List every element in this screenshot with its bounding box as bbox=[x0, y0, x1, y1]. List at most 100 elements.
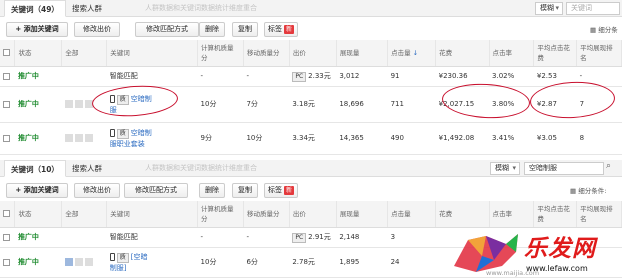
col-ctr[interactable]: 点击率 bbox=[489, 201, 535, 228]
keyword-text: 智能匹配 bbox=[106, 66, 198, 87]
col-impressions[interactable]: 展现量 bbox=[336, 201, 389, 228]
toggle-icon bbox=[74, 258, 83, 266]
row-toggles[interactable] bbox=[61, 247, 107, 278]
table-header: 状态 全部 关键词 计算机质量分 移动质量分 出价 展现量 点击量 花费 点击率… bbox=[0, 201, 622, 228]
tab-keywords[interactable]: 关键词（49） bbox=[4, 0, 66, 17]
col-avg-rank[interactable]: 平均展现排名 bbox=[576, 40, 622, 67]
delete-button[interactable]: 删除 bbox=[199, 22, 225, 37]
col-cpc[interactable]: 平均点击花费 bbox=[533, 201, 578, 228]
pc-quality: 10分 bbox=[197, 247, 244, 278]
bid-cell[interactable]: PC 2.33元 bbox=[289, 66, 337, 87]
select-all-checkbox[interactable] bbox=[3, 49, 10, 57]
edit-bid-button[interactable]: 修改出价 bbox=[74, 22, 120, 37]
col-all[interactable]: 全部 bbox=[61, 40, 108, 67]
col-clicks[interactable]: 点击量 bbox=[387, 201, 437, 228]
col-clicks[interactable]: 点击量 ↓ bbox=[387, 40, 437, 67]
pc-quality: - bbox=[197, 227, 244, 248]
add-keyword-button[interactable]: + 添加关键词 bbox=[6, 183, 68, 198]
pc-icon: PC bbox=[292, 232, 307, 243]
tag-button[interactable]: 标签新 bbox=[264, 183, 298, 198]
top-keyword-table: 状态 全部 关键词 计算机质量分 移动质量分 出价 展现量 点击量 ↓ 花费 点… bbox=[0, 40, 622, 155]
status-badge: 推广中 bbox=[14, 227, 62, 248]
cost: ¥1,492.08 bbox=[435, 122, 490, 155]
edit-match-button[interactable]: 修改匹配方式 bbox=[124, 183, 188, 198]
clicks: 711 bbox=[387, 86, 436, 123]
clicks: 490 bbox=[387, 122, 436, 155]
col-status[interactable]: 状态 bbox=[14, 40, 63, 67]
keyword-search-input[interactable]: 空暗制服 bbox=[524, 162, 604, 175]
toggle-icon bbox=[64, 258, 73, 266]
tab-keywords[interactable]: 关键词（10） bbox=[4, 160, 66, 177]
mobile-quality: 6分 bbox=[243, 247, 290, 278]
col-cost[interactable]: 花费 bbox=[435, 201, 490, 228]
top-tabbar: 关键词（49） 搜索人群 人群数据和关键词数据统计维度重合 模糊 ▾ 关键词 bbox=[0, 0, 622, 17]
edit-bid-button[interactable]: 修改出价 bbox=[74, 183, 120, 198]
col-all[interactable]: 全部 bbox=[61, 201, 108, 228]
watermark-url: www.lefaw.com bbox=[526, 264, 588, 273]
pc-quality: 10分 bbox=[197, 86, 244, 123]
row-checkbox[interactable] bbox=[3, 134, 10, 142]
quality-icon: 质 bbox=[116, 252, 129, 263]
row-checkbox[interactable] bbox=[3, 72, 10, 80]
tab-search-crowd[interactable]: 搜索人群 bbox=[66, 0, 108, 17]
avg-rank: 8 bbox=[576, 122, 622, 155]
col-status[interactable]: 状态 bbox=[14, 201, 63, 228]
pc-quality: - bbox=[197, 66, 244, 87]
match-select[interactable]: 模糊 ▾ bbox=[490, 162, 520, 175]
new-badge: 新 bbox=[283, 25, 294, 34]
keyword-search-input[interactable]: 关键词 bbox=[566, 2, 620, 15]
keyword-cell[interactable]: 质 [空暗 制服] bbox=[106, 247, 198, 278]
col-impressions[interactable]: 展现量 bbox=[336, 40, 389, 67]
ctr: 3.02% bbox=[489, 66, 534, 87]
search-icon[interactable]: ⌕ bbox=[606, 161, 611, 171]
tag-button[interactable]: 标签新 bbox=[264, 22, 298, 37]
segment-filter[interactable]: ▦ 细分条件: bbox=[570, 185, 606, 195]
impressions: 18,696 bbox=[336, 86, 388, 123]
toggle-icon bbox=[64, 100, 73, 108]
col-pc-quality[interactable]: 计算机质量分 bbox=[197, 40, 244, 67]
match-select[interactable]: 模糊 ▾ bbox=[535, 2, 563, 15]
table-row: 推广中 质空暗制 服职业套装 9分 10分 3.34元 14,365 490 ¥1… bbox=[0, 122, 622, 155]
col-bid[interactable]: 出价 bbox=[289, 201, 337, 228]
edit-match-button[interactable]: 修改匹配方式 bbox=[135, 22, 199, 37]
status-badge: 推广中 bbox=[14, 66, 62, 87]
pc-quality: 9分 bbox=[197, 122, 244, 155]
mobile-quality: 7分 bbox=[243, 86, 290, 123]
status-badge: 推广中 bbox=[14, 122, 62, 155]
col-keyword[interactable]: 关键词 bbox=[106, 40, 199, 67]
tab-search-crowd[interactable]: 搜索人群 bbox=[66, 160, 108, 177]
mobile-icon bbox=[109, 252, 115, 261]
col-pc-quality[interactable]: 计算机质量分 bbox=[197, 201, 244, 228]
col-avg-rank[interactable]: 平均展现排名 bbox=[576, 201, 622, 228]
table-header: 状态 全部 关键词 计算机质量分 移动质量分 出价 展现量 点击量 ↓ 花费 点… bbox=[0, 40, 622, 67]
col-ctr[interactable]: 点击率 bbox=[489, 40, 535, 67]
keyword-cell[interactable]: 质空暗制 服职业套装 bbox=[106, 122, 198, 155]
top-toolbar: + 添加关键词 修改出价 修改匹配方式 删除 复制 标签新 ▦ 细分条 bbox=[0, 19, 622, 39]
pc-icon: PC bbox=[292, 71, 307, 82]
copy-button[interactable]: 复制 bbox=[232, 183, 258, 198]
delete-button[interactable]: 删除 bbox=[199, 183, 225, 198]
col-cpc[interactable]: 平均点击花费 bbox=[533, 40, 578, 67]
select-all-checkbox[interactable] bbox=[3, 210, 10, 218]
col-mobile-quality[interactable]: 移动质量分 bbox=[243, 40, 290, 67]
bid-cell[interactable]: 2.78元 bbox=[289, 247, 337, 278]
col-bid[interactable]: 出价 bbox=[289, 40, 337, 67]
col-cost[interactable]: 花费 bbox=[435, 40, 490, 67]
row-toggles[interactable] bbox=[61, 122, 107, 155]
col-mobile-quality[interactable]: 移动质量分 bbox=[243, 201, 290, 228]
clicks: 24 bbox=[387, 247, 436, 278]
segment-filter[interactable]: ▦ 细分条 bbox=[590, 24, 618, 34]
col-keyword[interactable]: 关键词 bbox=[106, 201, 199, 228]
bid-cell[interactable]: PC 2.91元 bbox=[289, 227, 337, 248]
row-checkbox[interactable] bbox=[3, 258, 10, 266]
clicks: 91 bbox=[387, 66, 436, 87]
site-watermark: 乐发网 www.maijia.com www.lefaw.com bbox=[446, 226, 622, 279]
add-keyword-button[interactable]: + 添加关键词 bbox=[6, 22, 68, 37]
row-checkbox[interactable] bbox=[3, 100, 10, 108]
row-checkbox[interactable] bbox=[3, 233, 10, 241]
bottom-tabbar: 关键词（10） 搜索人群 人群数据和关键词数据统计维度重合 模糊 ▾ 空暗制服 ⌕ bbox=[0, 160, 622, 177]
ctr: 3.41% bbox=[489, 122, 534, 155]
bid-cell[interactable]: 3.18元 bbox=[289, 86, 337, 123]
bid-cell[interactable]: 3.34元 bbox=[289, 122, 337, 155]
copy-button[interactable]: 复制 bbox=[232, 22, 258, 37]
